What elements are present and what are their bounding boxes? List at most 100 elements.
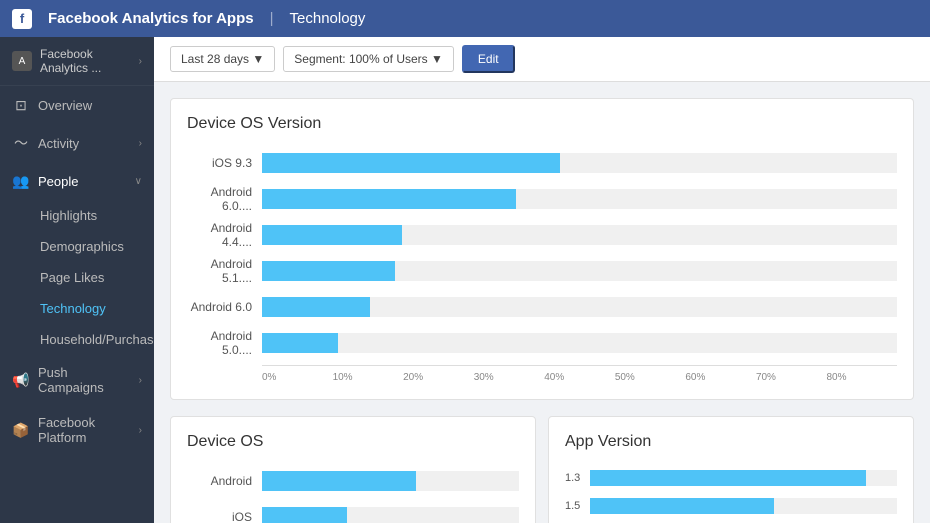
sidebar: A Facebook Analytics ... › ⊡ Overview 〜 … [0,37,154,523]
bar-fill [262,225,402,245]
section-title: Technology [290,10,366,27]
bar-label: Android [187,474,262,488]
content-area: Last 28 days ▼ Segment: 100% of Users ▼ … [154,37,930,523]
push-campaigns-icon: 📢 [12,371,30,389]
table-row: Android 6.0 [187,293,897,321]
table-row: 1.5 [565,495,897,517]
sidebar-item-push-campaigns[interactable]: 📢 Push Campaigns › [0,355,154,405]
sidebar-item-people[interactable]: 👥 People ∨ [0,162,154,200]
bar-label: Android 4.4.... [187,221,262,249]
bar-fill [590,470,866,486]
bar-track [262,471,519,491]
app-title: Facebook Analytics for Apps [48,10,254,27]
segment-filter-button[interactable]: Segment: 100% of Users ▼ [283,46,454,72]
device-os-version-card: Device OS Version iOS 9.3 Android 6.0...… [170,98,914,400]
sidebar-item-overview[interactable]: ⊡ Overview [0,86,154,124]
device-os-title: Device OS [187,433,519,451]
bar-fill [262,333,338,353]
bar-fill [262,189,516,209]
chevron-right-icon: › [139,138,142,149]
table-row: 1.3 [565,467,897,489]
main-layout: A Facebook Analytics ... › ⊡ Overview 〜 … [0,37,930,523]
bar-track [262,297,897,317]
axis-label: 50% [615,372,686,383]
bar-track [262,153,897,173]
bar-track [262,333,897,353]
bar-label: Android 6.0.... [187,185,262,213]
sidebar-item-label: Overview [38,98,142,113]
page-likes-label: Page Likes [40,270,104,285]
axis-label: 70% [756,372,827,383]
device-os-card: Device OS Android iOS [170,416,536,523]
axis-label: 60% [685,372,756,383]
app-version-card: App Version 1.3 1.5 1.4 [548,416,914,523]
bar-fill [262,507,347,523]
people-icon: 👥 [12,172,30,190]
axis-label: 30% [474,372,545,383]
device-os-version-chart: iOS 9.3 Android 6.0.... Android 4.4.... [187,149,897,383]
toolbar: Last 28 days ▼ Segment: 100% of Users ▼ … [154,37,930,82]
bar-fill [262,261,395,281]
table-row: Android 5.1.... [187,257,897,285]
chevron-right-icon: › [139,56,142,67]
facebook-logo: f [12,9,32,29]
highlights-label: Highlights [40,208,97,223]
bar-fill [262,471,416,491]
chevron-down-icon: ∨ [135,176,142,187]
technology-label: Technology [40,301,106,316]
device-os-version-title: Device OS Version [187,115,897,133]
bar-track [262,225,897,245]
chevron-right-icon: › [139,425,142,436]
sidebar-app-item[interactable]: A Facebook Analytics ... › [0,37,154,86]
chevron-right-icon: › [139,375,142,386]
bar-label: Android 6.0 [187,300,262,314]
bar-label: iOS 9.3 [187,156,262,170]
sidebar-sub-item-household[interactable]: Household/Purchase [0,324,154,355]
table-row: iOS 9.3 [187,149,897,177]
sidebar-sub-item-highlights[interactable]: Highlights [0,200,154,231]
table-row: Android 6.0.... [187,185,897,213]
table-row: Android [187,467,519,495]
sidebar-item-label: Activity [38,136,131,151]
demographics-label: Demographics [40,239,124,254]
bar-track [590,498,897,514]
sidebar-item-facebook-platform[interactable]: 📦 Facebook Platform › [0,405,154,455]
bar-fill [262,153,560,173]
bar-label: Android 5.1.... [187,257,262,285]
sidebar-sub-item-demographics[interactable]: Demographics [0,231,154,262]
sidebar-app-label: Facebook Analytics ... [40,47,131,75]
date-filter-button[interactable]: Last 28 days ▼ [170,46,275,72]
bar-label: iOS [187,510,262,523]
sidebar-item-activity[interactable]: 〜 Activity › [0,124,154,162]
app-version-label: 1.5 [565,500,590,512]
bar-track [262,507,519,523]
charts-area: Device OS Version iOS 9.3 Android 6.0...… [154,82,930,523]
axis-label: 10% [333,372,404,383]
sidebar-item-label: Facebook Platform [38,415,131,445]
charts-bottom: Device OS Android iOS [170,416,914,523]
household-label: Household/Purchase [40,332,154,347]
facebook-platform-icon: 📦 [12,421,30,439]
edit-button[interactable]: Edit [462,45,515,73]
app-icon: A [12,51,32,71]
bar-label: Android 5.0.... [187,329,262,357]
app-version-title: App Version [565,433,897,451]
bar-track [590,470,897,486]
sidebar-item-label: Push Campaigns [38,365,131,395]
bar-track [262,189,897,209]
axis-label: 20% [403,372,474,383]
table-row: iOS [187,503,519,523]
overview-icon: ⊡ [12,96,30,114]
chart-axis: 0% 10% 20% 30% 40% 50% 60% 70% 80% [262,365,897,383]
table-row: Android 4.4.... [187,221,897,249]
axis-label: 80% [827,372,898,383]
table-row: Android 5.0.... [187,329,897,357]
activity-icon: 〜 [12,134,30,152]
sidebar-item-label: People [38,174,127,189]
sidebar-sub-item-page-likes[interactable]: Page Likes [0,262,154,293]
sidebar-sub-item-technology[interactable]: Technology [0,293,154,324]
bar-fill [262,297,370,317]
app-version-label: 1.3 [565,472,590,484]
axis-label: 0% [262,372,333,383]
axis-label: 40% [544,372,615,383]
